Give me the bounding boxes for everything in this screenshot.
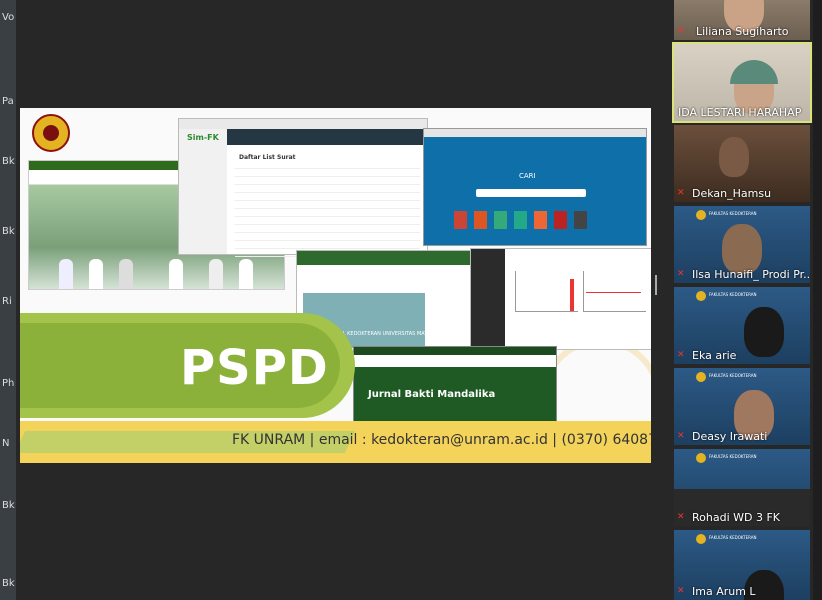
mic-muted-icon: ✕ (677, 188, 685, 198)
participant-tile[interactable]: FAKULTAS KEDOKTERAN ✕ Eka arie (674, 287, 810, 364)
stub-label: N (2, 438, 10, 449)
participant-tile[interactable]: ✕ Liliana Sugiharto (674, 0, 810, 40)
participant-tile[interactable]: FAKULTAS KEDOKTERAN ✕ Deasy Irawati (674, 368, 810, 445)
participant-name: Ima Arum L (692, 585, 756, 598)
charts-screenshot (470, 248, 651, 350)
slide-footer: FK UNRAM | email : kedokteran@unram.ac.i… (232, 432, 651, 448)
participant-tile[interactable]: FAKULTAS KEDOKTERAN ✕ Ima Arum L (674, 530, 810, 600)
slide-title: PSPD (180, 340, 329, 396)
stub-label: Vo (2, 12, 15, 23)
participant-name: Rohadi WD 3 FK (692, 511, 781, 524)
mic-muted-icon: ✕ (677, 431, 685, 441)
unram-logo (32, 114, 70, 152)
resize-handle[interactable] (655, 275, 657, 295)
right-scrollbar[interactable] (813, 0, 822, 600)
participant-name: Ilsa Hunaifi_ Prodi Pr... (692, 268, 810, 281)
sim-fk-logo: Sim-FK (187, 133, 219, 142)
stub-label: Ri (2, 296, 12, 307)
participant-name: Dekan_Hamsu (692, 187, 772, 200)
left-participant-strip: Vo Pa Bk ga Bk ga Ri Ph N Bk ga Bk ga (0, 0, 16, 600)
perpus-search-box (476, 189, 586, 197)
mic-muted-icon: ✕ (677, 269, 685, 279)
stub-label: Bk ga (2, 156, 16, 167)
sim-fk-heading: Daftar List Surat (239, 154, 296, 161)
sim-fk-screenshot: Sim-FK Daftar List Surat (178, 118, 428, 257)
participant-tile[interactable]: FAKULTAS KEDOKTERAN ✕ Rohadi WD 3 FK (674, 449, 810, 526)
stub-label: Bk ga (2, 500, 16, 511)
mic-muted-icon: ✕ (677, 512, 685, 522)
participant-tile-active[interactable]: IDA LESTARI HARAHAP (672, 42, 812, 123)
participant-name: Deasy Irawati (692, 430, 768, 443)
stub-label: Bk ga (2, 578, 16, 589)
shared-screen: Sim-FK Daftar List Surat CARI JURNAL KED… (20, 108, 651, 463)
participant-name: Liliana Sugiharto (696, 25, 789, 38)
stub-label: Bk ga (2, 226, 16, 237)
participant-tile[interactable]: FAKULTAS KEDOKTERAN ✕ Ilsa Hunaifi_ Prod… (674, 206, 810, 283)
perpus-search-label: CARI (519, 172, 536, 180)
mic-muted-icon: ✕ (677, 586, 685, 596)
participant-name: Eka arie (692, 349, 737, 362)
mic-muted-icon: ✕ (677, 350, 685, 360)
stub-label: Ph (2, 378, 15, 389)
stub-label: Pa (2, 96, 14, 107)
participant-tile[interactable]: ✕ Dekan_Hamsu (674, 125, 810, 202)
jurnal-bakti-title: Jurnal Bakti Mandalika (368, 389, 496, 400)
participant-name: IDA LESTARI HARAHAP (678, 106, 802, 119)
jurnal-bakti-screenshot: Jurnal Bakti Mandalika (353, 346, 557, 423)
mic-muted-icon: ✕ (677, 26, 685, 36)
perpustakaan-screenshot: CARI (423, 128, 647, 246)
